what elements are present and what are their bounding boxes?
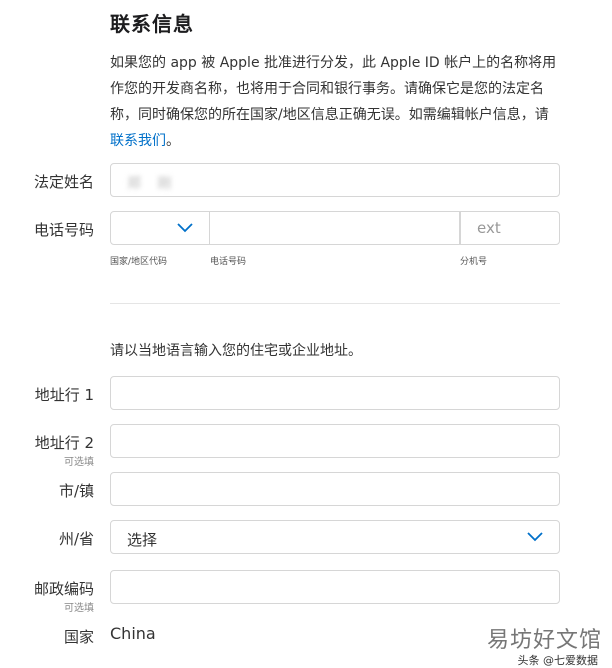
postal-input[interactable] [110,570,560,604]
section-title: 联系信息 [110,12,194,36]
address2-optional: 可选填 [64,457,94,468]
country-code-caption: 国家/地区代码 [110,257,168,267]
legal-name-value: 郑 刚 [127,176,178,192]
city-input[interactable] [110,472,560,506]
intro-paragraph: 如果您的 app 被 Apple 批准进行分发，此 Apple ID 帐户上的名… [110,50,562,154]
phone-label: 电话号码 [33,221,94,239]
postal-label: 邮政编码 [33,580,94,598]
address-note: 请以当地语言输入您的住宅或企业地址。 [110,343,362,359]
intro-text: 如果您的 app 被 Apple 批准进行分发，此 Apple ID 帐户上的名… [110,55,557,123]
address2-input[interactable] [110,424,560,458]
ext-caption: 分机号 [460,257,488,267]
address1-input[interactable] [110,376,560,410]
ext-placeholder: ext [477,219,501,237]
watermark-subtext: 头条 @七爱数据 [517,654,599,667]
chevron-down-icon [527,532,543,542]
postal-optional: 可选填 [64,603,94,614]
address1-label: 地址行 1 [34,386,94,404]
country-label: 国家 [63,628,94,646]
chevron-down-icon [177,223,193,233]
phone-ext-input[interactable]: ext [460,211,560,245]
legal-name-label: 法定姓名 [33,173,94,191]
country-value: China [110,624,156,643]
watermark-text: 易坊好文馆 [486,628,602,653]
phone-number-input[interactable] [210,211,460,245]
phone-number-caption: 电话号码 [210,257,247,267]
state-select-value: 选择 [127,531,158,549]
state-label: 州/省 [58,530,94,548]
legal-name-input[interactable]: 郑 刚 [110,163,560,197]
city-label: 市/镇 [58,482,94,500]
divider [110,303,560,304]
contact-us-link[interactable]: 联系我们 [110,133,166,149]
state-select[interactable]: 选择 [110,520,560,554]
address2-label: 地址行 2 [34,434,94,452]
phone-group: ext [110,211,560,245]
country-code-select[interactable] [110,211,210,245]
intro-end: 。 [166,133,180,149]
